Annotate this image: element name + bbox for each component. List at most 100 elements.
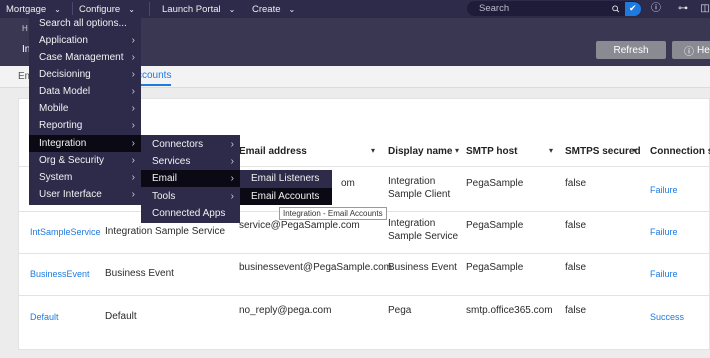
chevron-down-icon: ⌄ (54, 4, 61, 14)
configure-dropdown-menu: Search all options... Application › Case … (29, 15, 141, 205)
smtp-host-cell: PegaSample (466, 220, 524, 231)
menu-item-email-listeners[interactable]: Email Listeners (240, 170, 332, 187)
panel-toggle-icon[interactable]: ◫ (698, 2, 710, 16)
chevron-right-icon: › (230, 139, 234, 150)
chevron-right-icon: › (131, 35, 135, 46)
chevron-right-icon: › (131, 52, 135, 63)
search-all-label: Search all options... (39, 18, 127, 29)
menu-item-mobile[interactable]: Mobile › (29, 100, 141, 117)
connection-status-link[interactable]: Failure (650, 227, 678, 237)
search-input[interactable] (467, 2, 611, 15)
chevron-right-icon: › (131, 103, 135, 114)
help-icon[interactable]: ⓘ (649, 2, 663, 16)
filter-icon[interactable]: ▾ (371, 146, 375, 155)
breadcrumb[interactable]: H (22, 24, 28, 33)
search-box: ✔ (467, 1, 641, 16)
menu-item-data-model[interactable]: Data Model › (29, 83, 141, 100)
menu-item-label: User Interface (39, 189, 102, 200)
pin-icon[interactable]: ⊶ (676, 2, 690, 16)
chevron-right-icon: › (131, 120, 135, 131)
menu-item-label: Email Accounts (251, 191, 320, 202)
smtps-cell: false (565, 178, 587, 189)
menu-item-label: Integration (39, 138, 87, 149)
help-label: He (697, 44, 710, 56)
menu-item-case-management[interactable]: Case Management › (29, 49, 141, 66)
help-circle-icon: ⓘ (684, 46, 694, 58)
chevron-right-icon: › (230, 156, 234, 167)
display-name-cell-line2: Sample Client (388, 189, 451, 200)
connection-status-link[interactable]: Failure (650, 269, 678, 279)
refresh-label: Refresh (613, 44, 649, 56)
chevron-down-icon: ⌄ (128, 4, 135, 14)
menu-item-label: Org & Security (39, 155, 105, 166)
menu-item-label: Email Listeners (251, 173, 320, 184)
smtp-host-cell: PegaSample (466, 178, 524, 189)
connection-status-link[interactable]: Failure (650, 185, 678, 195)
connection-status-link[interactable]: Success (650, 312, 684, 322)
account-id-link[interactable]: IntSampleService (30, 227, 101, 237)
search-go-button[interactable]: ✔ (624, 1, 641, 16)
display-name-cell: Pega (388, 305, 412, 316)
configure-label: Configure (79, 3, 121, 15)
column-header-email[interactable]: Email address (239, 146, 307, 157)
refresh-button[interactable]: Refresh (596, 41, 666, 59)
menu-item-tools[interactable]: Tools › (141, 188, 240, 205)
smtps-cell: false (565, 262, 587, 273)
menu-item-connectors[interactable]: Connectors › (141, 136, 240, 153)
menu-item-reporting[interactable]: Reporting › (29, 117, 141, 134)
column-header-display-name[interactable]: Display name (388, 146, 452, 157)
description-cell: Business Event (105, 268, 174, 279)
menu-item-label: Reporting (39, 120, 83, 131)
tab-accounts[interactable]: ccounts (137, 70, 172, 86)
menu-item-org-security[interactable]: Org & Security › (29, 152, 141, 169)
menu-item-label: Decisioning (39, 69, 91, 80)
help-button[interactable]: ⓘ He (672, 41, 710, 59)
menu-item-system[interactable]: System › (29, 169, 141, 186)
account-id-link[interactable]: BusinessEvent (30, 269, 90, 279)
account-id-link[interactable]: Default (30, 312, 59, 322)
filter-icon[interactable]: ▾ (549, 146, 553, 155)
menu-item-services[interactable]: Services › (141, 153, 240, 170)
display-name-cell: Integration (388, 176, 436, 187)
menu-item-decisioning[interactable]: Decisioning › (29, 66, 141, 83)
create-menu[interactable]: Create ⌄ (246, 0, 306, 18)
menu-item-connected-apps[interactable]: Connected Apps (141, 205, 240, 222)
column-header-smtp-host[interactable]: SMTP host (466, 146, 517, 157)
row-divider (18, 295, 710, 296)
chevron-right-icon: › (131, 69, 135, 80)
menu-item-label: Connected Apps (152, 208, 226, 219)
menu-item-integration[interactable]: Integration › (29, 135, 141, 152)
chevron-right-icon: › (131, 138, 135, 149)
mortgage-label: Mortgage (6, 3, 47, 15)
description-cell: Default (105, 311, 137, 322)
launch-portal-menu[interactable]: Launch Portal ⌄ (150, 0, 246, 18)
search-all-options[interactable]: Search all options... (29, 15, 141, 32)
filter-icon[interactable]: ▾ (455, 146, 459, 155)
menu-item-label: Case Management (39, 52, 124, 63)
search-icon[interactable] (611, 2, 621, 16)
email-cell: service@PegaSample.com (239, 220, 360, 231)
filter-icon[interactable]: ▾ (633, 146, 637, 155)
tooltip: Integration - Email Accounts (279, 207, 387, 220)
display-name-cell: Business Event (388, 262, 457, 273)
menu-item-email[interactable]: Email › (141, 170, 240, 187)
launch-portal-label: Launch Portal (162, 3, 221, 15)
menu-item-email-accounts[interactable]: Email Accounts (240, 188, 332, 205)
tooltip-text: Integration - Email Accounts (283, 209, 383, 218)
display-name-cell-line2: Sample Service (388, 231, 459, 242)
menu-item-label: System (39, 172, 73, 183)
menu-item-application[interactable]: Application › (29, 32, 141, 49)
email-cell: businessevent@PegaSample.com (239, 262, 393, 273)
column-header-smtps-secured[interactable]: SMTPS secured (565, 146, 641, 157)
smtps-cell: false (565, 305, 587, 316)
menu-item-user-interface[interactable]: User Interface › (29, 186, 141, 203)
email-submenu: Email Listeners Email Accounts (240, 170, 332, 205)
row-divider (18, 253, 710, 254)
chevron-down-icon: ⌄ (228, 4, 236, 14)
menu-item-label: Data Model (39, 86, 91, 97)
column-header-connection-status[interactable]: Connection s (650, 146, 710, 157)
smtps-cell: false (565, 220, 587, 231)
chevron-right-icon: › (131, 189, 135, 200)
checkmark-icon: ✔ (629, 3, 637, 13)
chevron-down-icon: ⌄ (288, 4, 296, 14)
